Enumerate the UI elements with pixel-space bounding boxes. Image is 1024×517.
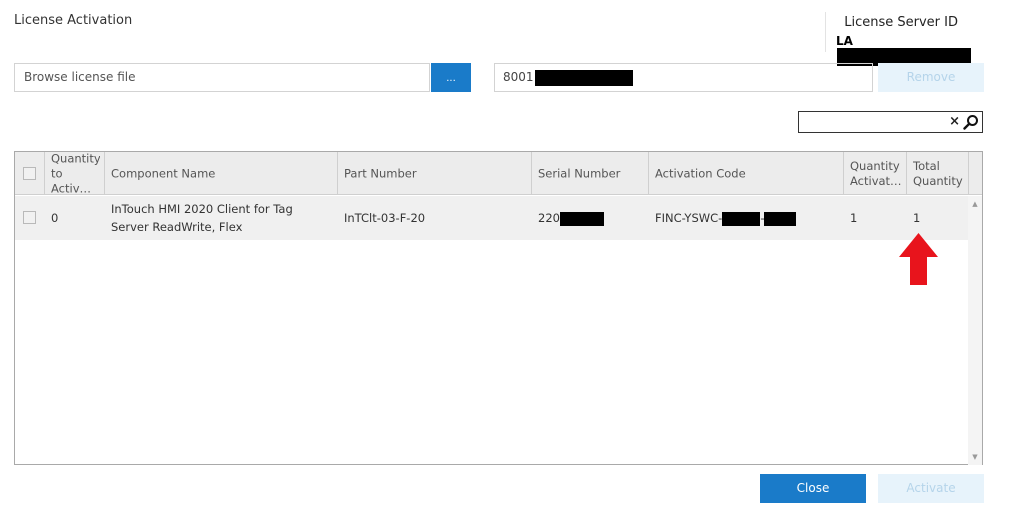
license-server-id-prefix: LA bbox=[836, 34, 853, 48]
license-table: Quantity to Activ… Component Name Part N… bbox=[14, 151, 983, 465]
column-header-activation-code[interactable]: Activation Code bbox=[649, 152, 844, 195]
serial-number-input[interactable]: 8001 bbox=[494, 63, 873, 92]
select-all-column bbox=[15, 152, 45, 195]
serial-number-cell: 220 bbox=[532, 196, 649, 240]
column-header-quantity-to-activate[interactable]: Quantity to Activ… bbox=[45, 151, 105, 195]
vertical-scrollbar[interactable]: ▲ ▼ bbox=[968, 196, 982, 465]
column-header-quantity-activated[interactable]: Quantity Activat… bbox=[844, 152, 907, 195]
activation-code-cell: FINC-YSWC- - bbox=[649, 196, 844, 240]
table-row[interactable]: 0 InTouch HMI 2020 Client for Tag Server… bbox=[15, 196, 968, 240]
column-header-part-number[interactable]: Part Number bbox=[338, 152, 532, 195]
search-icon[interactable] bbox=[963, 114, 979, 130]
serial-number-prefix: 220 bbox=[538, 211, 560, 225]
license-server-id-label: License Server ID bbox=[844, 15, 958, 30]
redaction-bar bbox=[722, 211, 761, 226]
column-header-total-quantity[interactable]: Total Quantity bbox=[907, 152, 969, 195]
search-input[interactable]: × bbox=[798, 111, 983, 133]
quantity-activated-cell: 1 bbox=[850, 211, 858, 225]
dialog-title: License Activation bbox=[14, 13, 133, 28]
annotation-up-arrow-icon bbox=[899, 233, 938, 285]
license-server-id-value: LA bbox=[836, 34, 982, 66]
row-select-cell bbox=[15, 196, 45, 240]
scroll-down-icon[interactable]: ▼ bbox=[968, 453, 982, 461]
activate-button[interactable]: Activate bbox=[878, 474, 984, 503]
component-name-cell: InTouch HMI 2020 Client for Tag Server R… bbox=[111, 202, 293, 234]
column-header-serial-number[interactable]: Serial Number bbox=[532, 152, 649, 195]
redaction-bar bbox=[764, 211, 797, 226]
column-header-component-name[interactable]: Component Name bbox=[105, 152, 338, 195]
part-number-cell: InTClt-03-F-20 bbox=[344, 211, 426, 225]
quantity-to-activate-cell[interactable]: 0 bbox=[45, 196, 105, 240]
redaction-bar bbox=[559, 211, 604, 226]
license-server-id-panel: License Server ID LA bbox=[825, 12, 982, 66]
table-header: Quantity to Activ… Component Name Part N… bbox=[15, 151, 982, 195]
close-button[interactable]: Close bbox=[760, 474, 866, 503]
row-checkbox[interactable] bbox=[23, 211, 36, 224]
redaction-bar bbox=[534, 69, 633, 86]
clear-icon[interactable]: × bbox=[949, 114, 960, 130]
browse-license-file-input[interactable]: Browse license file bbox=[14, 63, 430, 92]
serial-number-prefix: 8001 bbox=[503, 70, 534, 84]
remove-button[interactable]: Remove bbox=[878, 63, 984, 92]
activation-code-prefix: FINC-YSWC- bbox=[655, 211, 723, 225]
browse-button[interactable]: ... bbox=[431, 63, 471, 92]
select-all-checkbox[interactable] bbox=[23, 167, 36, 180]
scroll-up-icon[interactable]: ▲ bbox=[968, 200, 982, 208]
